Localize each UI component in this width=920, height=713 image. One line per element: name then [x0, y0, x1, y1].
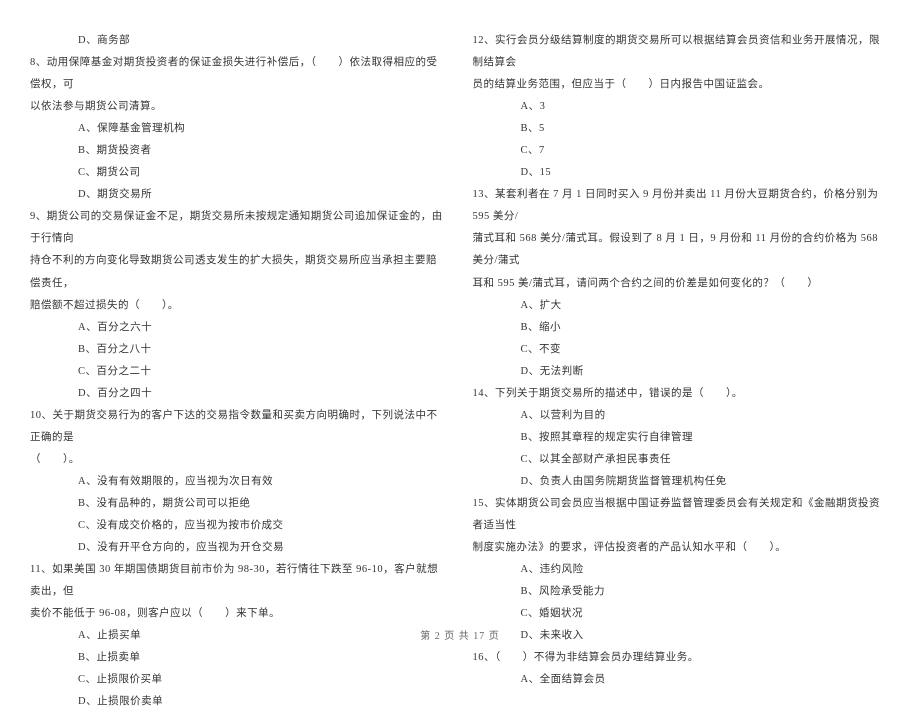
- left-line-14: 10、关于期货交易行为的客户下达的交易指令数量和买卖方向明确时，下列说法中不正确…: [30, 405, 448, 449]
- right-line-0: 12、实行会员分级结算制度的期货交易所可以根据结算会员资信和业务开展情况，限制结…: [473, 30, 891, 74]
- right-line-6: 13、某套利者在 7 月 1 日同时买入 9 月份并卖出 11 月份大豆期货合约…: [473, 184, 891, 228]
- left-line-0: D、商务部: [30, 30, 448, 52]
- left-line-11: B、百分之八十: [30, 339, 448, 361]
- right-line-21: B、风险承受能力: [473, 581, 891, 603]
- right-line-25: A、全面结算会员: [473, 669, 891, 691]
- right-line-12: D、无法判断: [473, 361, 891, 383]
- right-line-10: B、缩小: [473, 317, 891, 339]
- right-line-13: 14、下列关于期货交易所的描述中，错误的是（ ）。: [473, 383, 891, 405]
- left-line-16: A、没有有效期限的，应当视为次日有效: [30, 471, 448, 493]
- left-line-10: A、百分之六十: [30, 317, 448, 339]
- page-body: D、商务部8、动用保障基金对期货投资者的保证金损失进行补偿后，（ ）依法取得相应…: [0, 0, 920, 630]
- left-line-25: D、止损限价卖单: [30, 691, 448, 713]
- right-line-14: A、以营利为目的: [473, 405, 891, 427]
- left-line-20: 11、如果美国 30 年期国债期货目前市价为 98-30，若行情往下跌至 96-…: [30, 559, 448, 603]
- right-line-19: 制度实施办法》的要求，评估投资者的产品认知水平和（ ）。: [473, 537, 891, 559]
- right-line-3: B、5: [473, 118, 891, 140]
- left-line-21: 卖价不能低于 96-08，则客户应以（ ）来下单。: [30, 603, 448, 625]
- right-line-5: D、15: [473, 162, 891, 184]
- left-line-19: D、没有开平仓方向的，应当视为开仓交易: [30, 537, 448, 559]
- right-column: 12、实行会员分级结算制度的期货交易所可以根据结算会员资信和业务开展情况，限制结…: [473, 30, 891, 605]
- right-line-4: C、7: [473, 140, 891, 162]
- right-line-8: 耳和 595 美/蒲式耳，请问两个合约之间的价差是如何变化的？（ ）: [473, 273, 891, 295]
- left-line-24: C、止损限价买单: [30, 669, 448, 691]
- left-line-6: D、期货交易所: [30, 184, 448, 206]
- left-line-12: C、百分之二十: [30, 361, 448, 383]
- right-line-20: A、违约风险: [473, 559, 891, 581]
- right-line-11: C、不变: [473, 339, 891, 361]
- left-line-23: B、止损卖单: [30, 647, 448, 669]
- left-line-15: （ ）。: [30, 449, 448, 471]
- left-line-1: 8、动用保障基金对期货投资者的保证金损失进行补偿后，（ ）依法取得相应的受偿权，…: [30, 52, 448, 96]
- left-column: D、商务部8、动用保障基金对期货投资者的保证金损失进行补偿后，（ ）依法取得相应…: [30, 30, 448, 605]
- right-line-22: C、婚姻状况: [473, 603, 891, 625]
- right-line-24: 16、（ ）不得为非结算会员办理结算业务。: [473, 647, 891, 669]
- right-line-16: C、以其全部财产承担民事责任: [473, 449, 891, 471]
- right-line-7: 蒲式耳和 568 美分/蒲式耳。假设到了 8 月 1 日，9 月份和 11 月份…: [473, 228, 891, 272]
- right-line-15: B、按照其章程的规定实行自律管理: [473, 427, 891, 449]
- left-line-18: C、没有成交价格的，应当视为按市价成交: [30, 515, 448, 537]
- left-line-2: 以依法参与期货公司清算。: [30, 96, 448, 118]
- page-footer: 第 2 页 共 17 页: [0, 627, 920, 642]
- left-line-8: 持仓不利的方向变化导致期货公司透支发生的扩大损失，期货交易所应当承担主要赔偿责任…: [30, 250, 448, 294]
- left-line-5: C、期货公司: [30, 162, 448, 184]
- left-line-4: B、期货投资者: [30, 140, 448, 162]
- right-line-17: D、负责人由国务院期货监督管理机构任免: [473, 471, 891, 493]
- right-line-2: A、3: [473, 96, 891, 118]
- left-line-17: B、没有品种的，期货公司可以拒绝: [30, 493, 448, 515]
- right-line-9: A、扩大: [473, 295, 891, 317]
- left-line-9: 赔偿额不超过损失的（ ）。: [30, 295, 448, 317]
- right-line-1: 员的结算业务范围，但应当于（ ）日内报告中国证监会。: [473, 74, 891, 96]
- left-line-7: 9、期货公司的交易保证金不足，期货交易所未按规定通知期货公司追加保证金的，由于行…: [30, 206, 448, 250]
- right-line-18: 15、实体期货公司会员应当根据中国证券监督管理委员会有关规定和《金融期货投资者适…: [473, 493, 891, 537]
- left-line-13: D、百分之四十: [30, 383, 448, 405]
- left-line-3: A、保障基金管理机构: [30, 118, 448, 140]
